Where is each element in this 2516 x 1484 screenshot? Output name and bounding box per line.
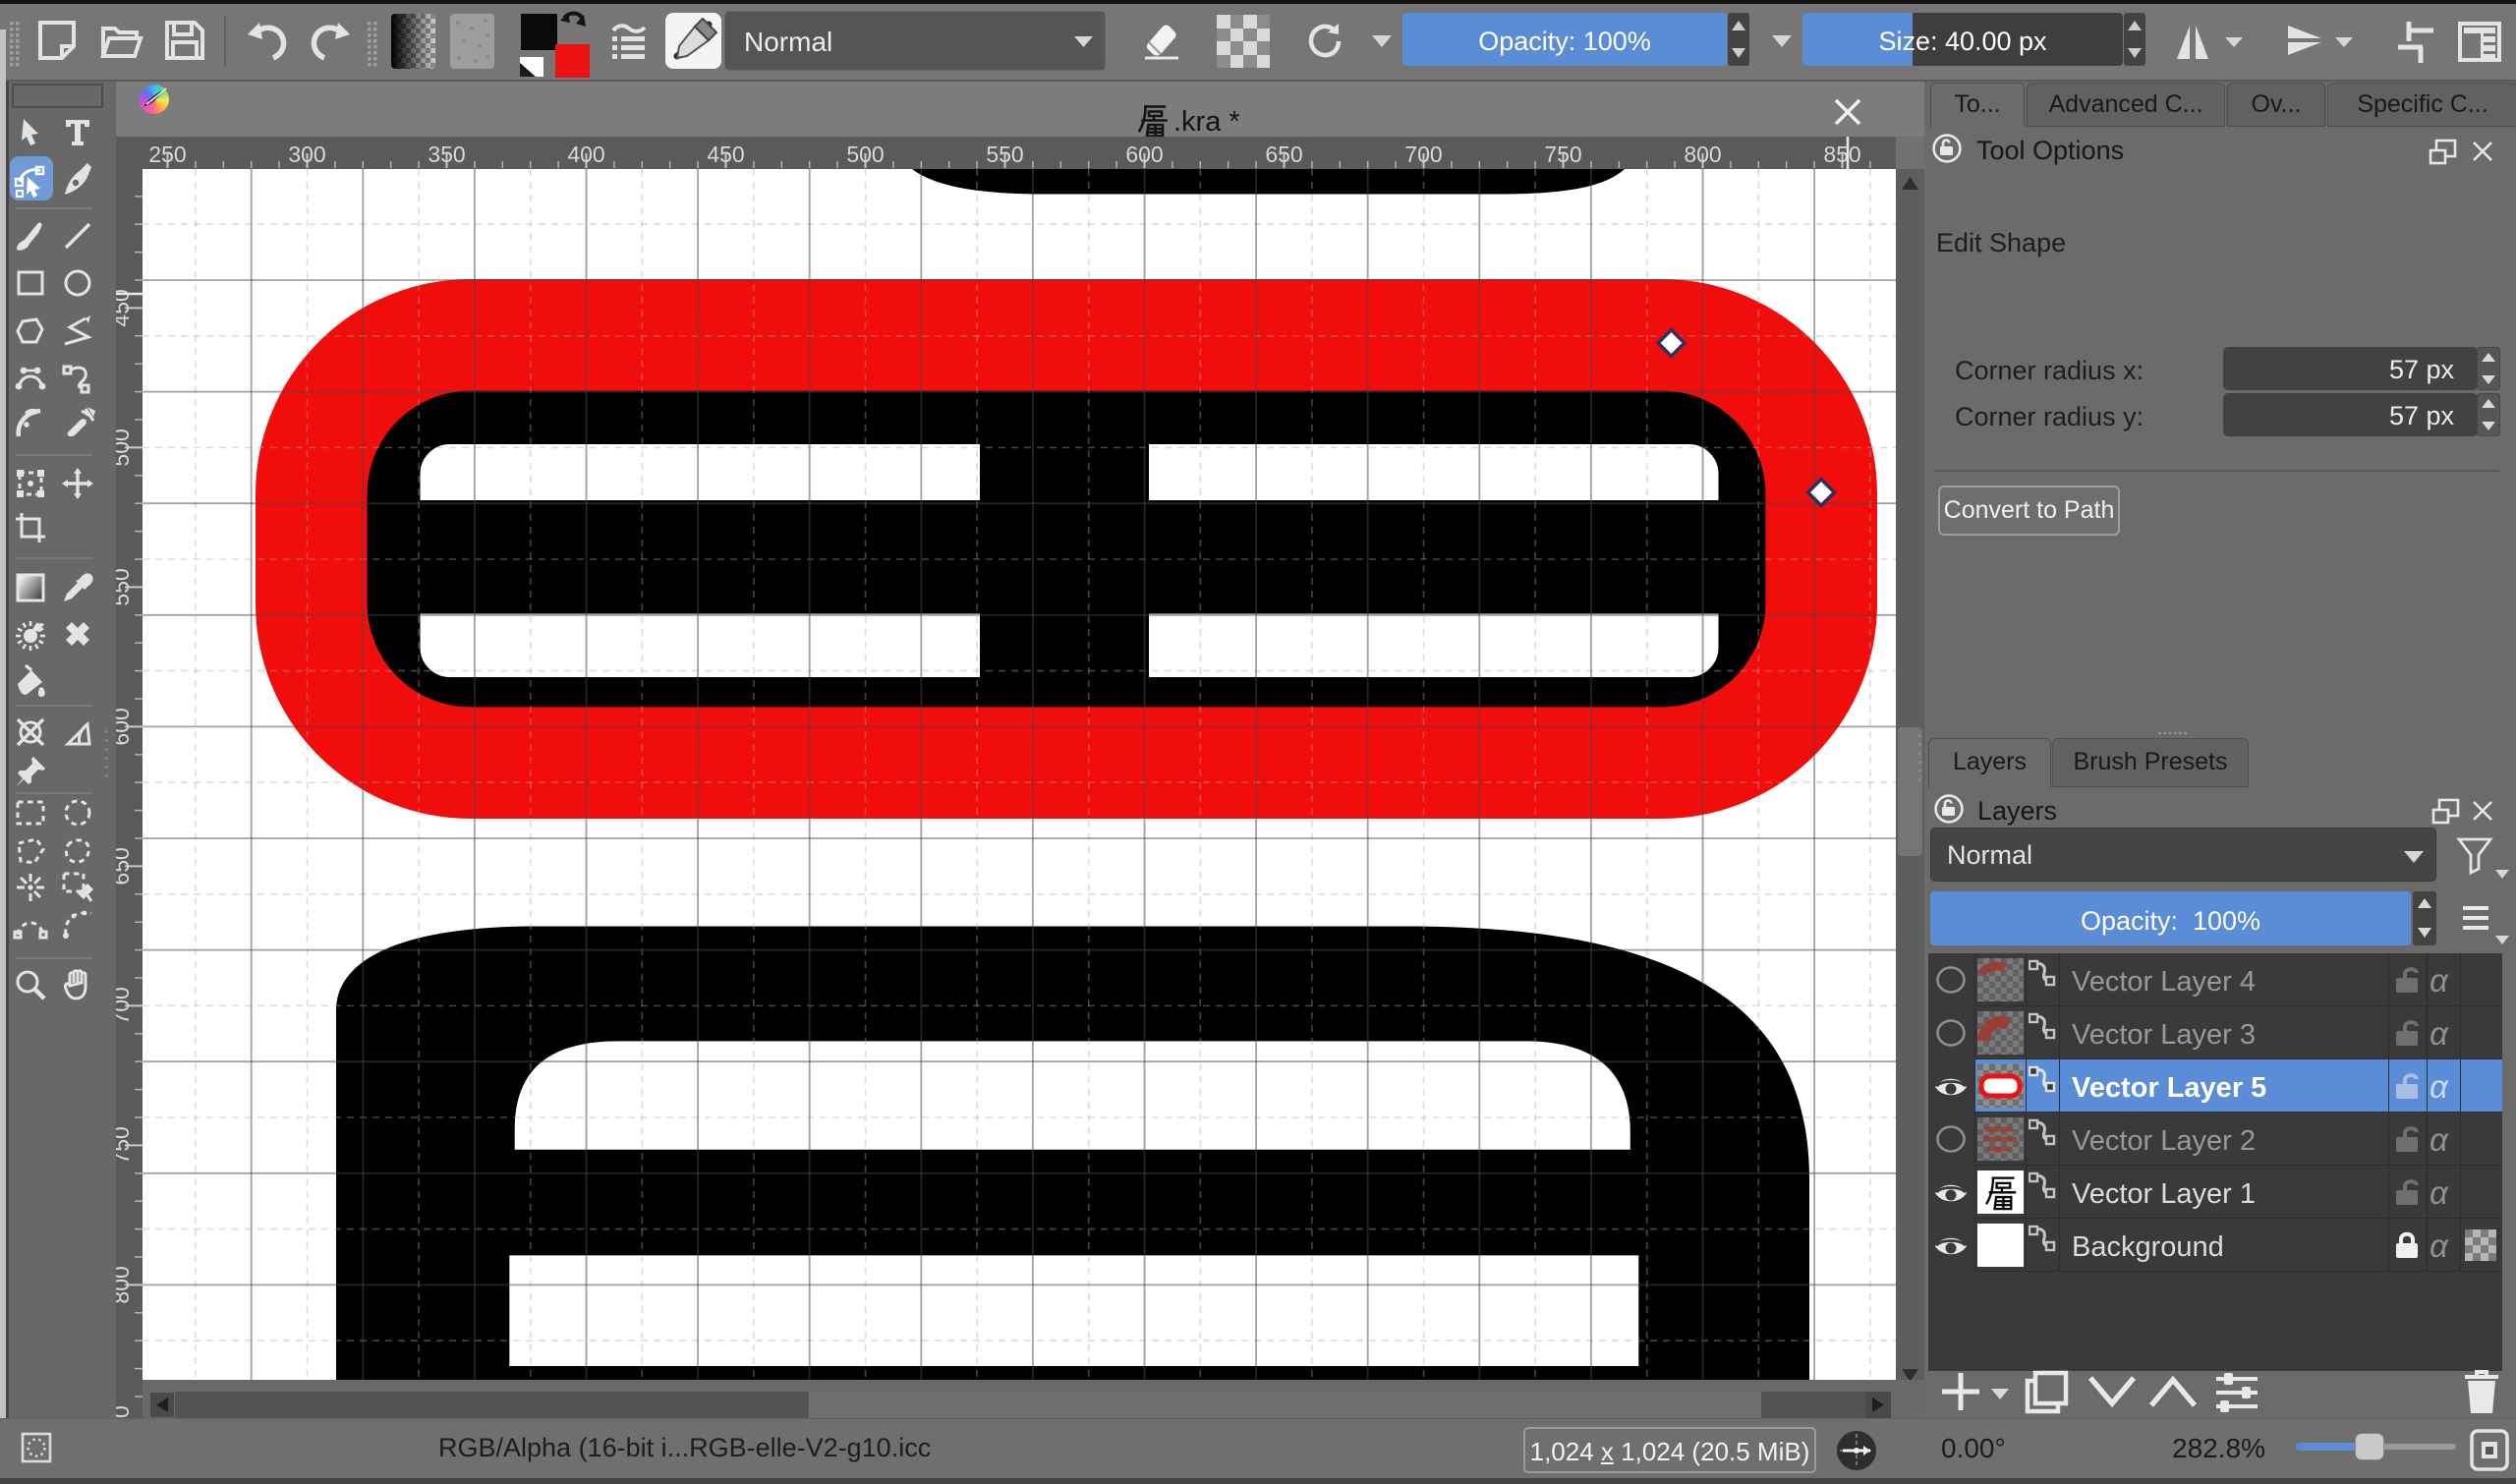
svg-text:400: 400 [567,142,604,167]
svg-text:750: 750 [1544,142,1581,167]
svg-text:450: 450 [707,142,744,167]
svg-text:650: 650 [1265,142,1302,167]
svg-text:300: 300 [288,142,325,167]
svg-text:700: 700 [1404,142,1442,167]
svg-text:250: 250 [148,142,186,167]
svg-text:500: 500 [846,142,884,167]
svg-text:550: 550 [986,142,1023,167]
svg-text:800: 800 [1684,142,1721,167]
svg-text:600: 600 [1125,142,1163,167]
svg-text:350: 350 [428,142,465,167]
svg-text:850: 850 [1823,142,1860,167]
